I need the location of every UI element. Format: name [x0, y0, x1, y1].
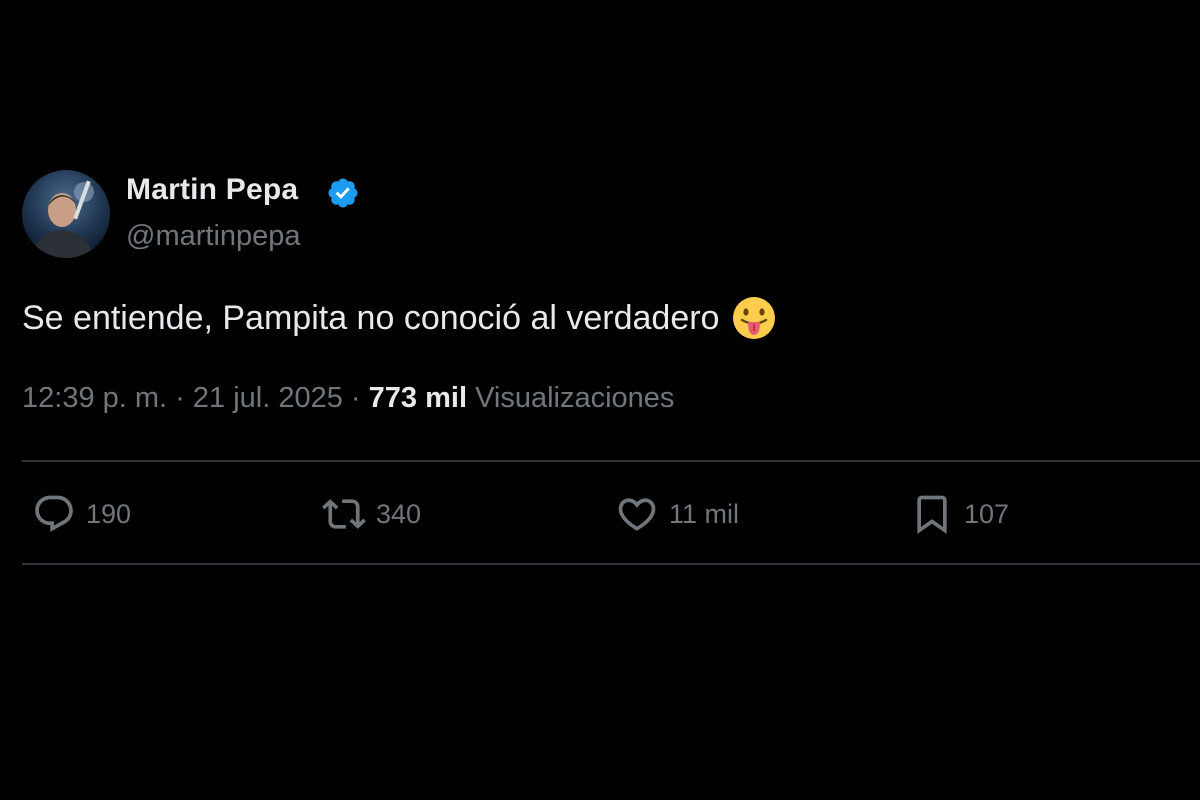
reply-button[interactable]: 190: [32, 490, 131, 538]
tweet-card: Martin Pepa @martinpepa Se entiende, Pam…: [0, 0, 1200, 800]
display-name[interactable]: Martin Pepa: [126, 173, 298, 207]
heart-icon: [618, 498, 656, 531]
views-count: 773 mil: [368, 382, 467, 414]
meta-separator: ·: [350, 382, 361, 414]
bookmark-count: 107: [964, 498, 1010, 529]
bookmark-button[interactable]: 107: [910, 490, 1009, 538]
divider: [22, 460, 1200, 462]
retweet-count: 340: [376, 498, 422, 529]
retweet-button[interactable]: 340: [322, 490, 421, 538]
divider: [22, 563, 1200, 565]
tweet-time[interactable]: 12:39 p. m.: [22, 382, 167, 414]
retweet-icon: [322, 499, 366, 529]
like-button[interactable]: 11 mil: [615, 490, 739, 538]
tweet-text: Se entiende, Pampita no conoció al verda…: [22, 295, 777, 341]
tweet-date[interactable]: 21 jul. 2025: [193, 382, 343, 414]
bookmark-icon: [917, 495, 947, 535]
face-with-tongue-emoji-icon: [733, 297, 776, 339]
reply-count: 190: [86, 498, 132, 529]
meta-separator: ·: [175, 382, 185, 414]
views-label: Visualizaciones: [475, 382, 675, 414]
tweet-text-content: Se entiende, Pampita no conoció al verda…: [22, 298, 720, 337]
like-count: 11 mil: [669, 498, 740, 529]
verified-badge-icon: [328, 178, 358, 208]
avatar[interactable]: [22, 170, 110, 258]
reply-icon: [35, 495, 73, 532]
user-handle[interactable]: @martinpepa: [126, 220, 301, 253]
tweet-meta: 12:39 p. m. · 21 jul. 2025 · 773 mil Vis…: [22, 382, 674, 415]
